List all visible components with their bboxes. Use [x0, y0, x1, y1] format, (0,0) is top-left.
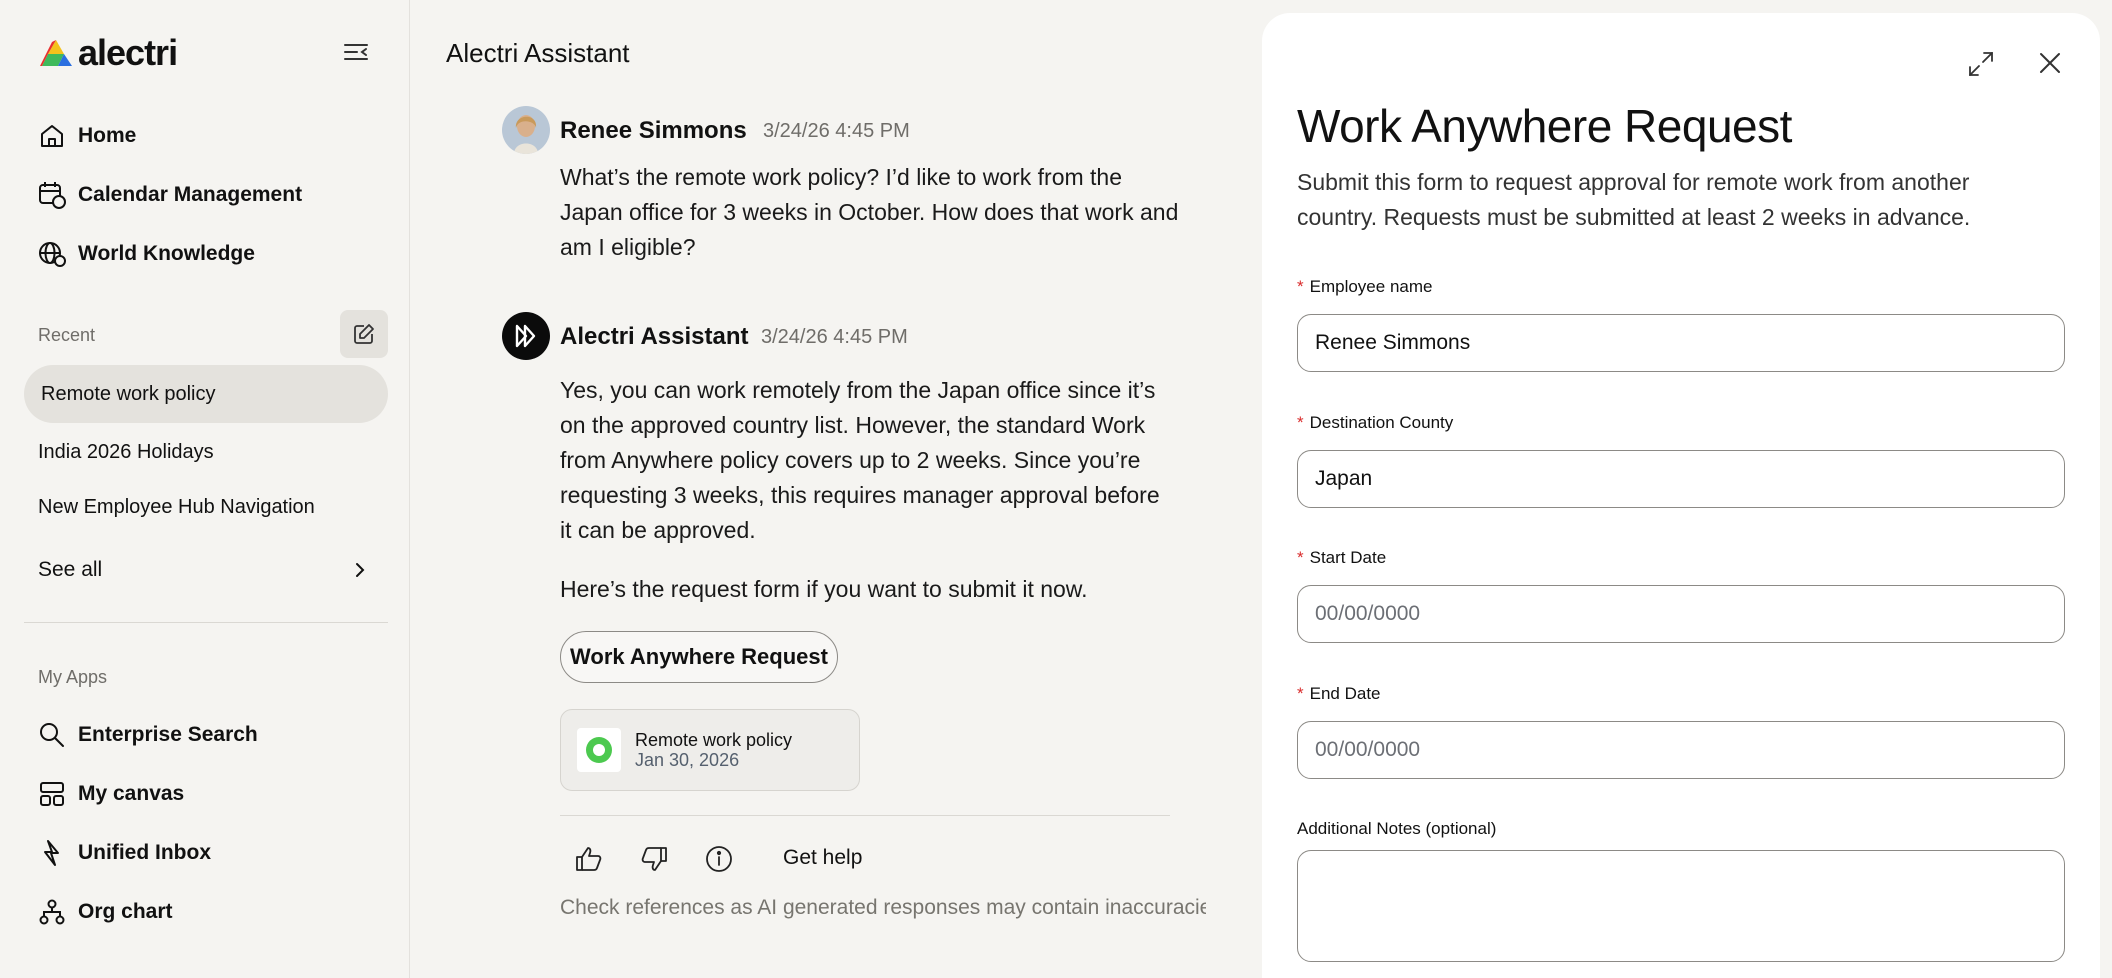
compose-icon — [354, 324, 374, 344]
info-button[interactable] — [703, 843, 735, 875]
nav-world-knowledge[interactable]: World Knowledge — [36, 234, 376, 274]
recent-item-new-employee-hub[interactable]: New Employee Hub Navigation — [24, 478, 388, 536]
document-source-icon — [577, 728, 621, 772]
collapse-menu-icon — [344, 44, 368, 60]
employee-name-label-text: Employee name — [1309, 277, 1433, 296]
user-avatar-photo-icon — [502, 106, 550, 154]
collapse-sidebar-button[interactable] — [342, 40, 374, 68]
assistant-message-text: Yes, you can work remotely from the Japa… — [560, 377, 1160, 543]
nav-home[interactable]: Home — [36, 116, 376, 156]
employee-name-label: * Employee name — [1297, 277, 1432, 297]
required-asterisk: * — [1297, 684, 1304, 703]
additional-notes-label: Additional Notes (optional) — [1297, 819, 1497, 838]
close-panel-button[interactable] — [2036, 49, 2068, 81]
calendar-chat-icon — [36, 179, 68, 211]
reference-card[interactable]: Remote work policy Jan 30, 2026 — [560, 709, 860, 791]
canvas-grid-icon — [36, 778, 68, 810]
app-label: Org chart — [78, 900, 173, 923]
start-date-label-text: Start Date — [1309, 548, 1387, 567]
thumbs-down-button[interactable] — [638, 843, 670, 875]
see-all-button[interactable]: See all — [38, 550, 368, 590]
end-date-field[interactable] — [1297, 721, 2065, 779]
recent-item-label: New Employee Hub Navigation — [38, 495, 315, 518]
start-date-field[interactable] — [1297, 585, 2065, 643]
user-message-text: What’s the remote work policy? I’d like … — [560, 164, 1179, 260]
recent-item-remote-work-policy[interactable]: Remote work policy — [24, 365, 388, 423]
nav-home-label: Home — [78, 124, 137, 147]
app-org-chart[interactable]: Org chart — [36, 892, 376, 932]
message-author: Renee Simmons — [560, 117, 747, 144]
start-date-label: * Start Date — [1297, 548, 1386, 568]
work-anywhere-request-button[interactable]: Work Anywhere Request — [560, 631, 838, 683]
my-apps-section-label: My Apps — [38, 667, 108, 687]
chat-divider — [560, 815, 1170, 816]
message-timestamp: 3/24/26 4:45 PM — [761, 326, 908, 348]
assistant-logo-icon — [515, 324, 536, 348]
chevron-right-icon — [356, 563, 365, 577]
app-unified-inbox[interactable]: Unified Inbox — [36, 833, 376, 873]
org-chart-icon — [36, 896, 68, 928]
thumbs-up-button[interactable] — [573, 843, 605, 875]
recent-section-label: Recent — [38, 325, 96, 345]
app-label: My canvas — [78, 782, 185, 805]
form-title: Work Anywhere Request — [1297, 100, 1792, 152]
close-icon — [2040, 53, 2060, 73]
chat-title: Alectri Assistant — [446, 38, 630, 68]
brand-logo[interactable]: alectri — [38, 32, 178, 74]
recent-item-india-holidays[interactable]: India 2026 Holidays — [24, 423, 388, 481]
recent-item-label: India 2026 Holidays — [38, 440, 214, 463]
request-form-panel: Work Anywhere Request Submit this form t… — [1262, 13, 2100, 978]
ai-disclaimer: Check references as AI generated respons… — [560, 896, 1206, 919]
expand-panel-button[interactable] — [1966, 49, 1998, 81]
logo-mark-icon — [40, 40, 72, 66]
form-description: Submit this form to request approval for… — [1297, 169, 1971, 230]
bolt-icon — [36, 837, 68, 869]
required-asterisk: * — [1297, 413, 1304, 432]
new-chat-button[interactable] — [340, 310, 388, 358]
app-enterprise-search[interactable]: Enterprise Search — [36, 715, 376, 755]
end-date-label: * End Date — [1297, 684, 1381, 704]
additional-notes-field[interactable] — [1297, 850, 2065, 962]
user-avatar — [502, 106, 550, 154]
required-asterisk: * — [1297, 548, 1304, 567]
thumbs-up-icon — [576, 847, 602, 871]
assistant-avatar — [502, 312, 550, 360]
end-date-label-text: End Date — [1309, 684, 1381, 703]
nav-world-label: World Knowledge — [78, 242, 255, 265]
nav-calendar-label: Calendar Management — [78, 183, 303, 206]
employee-name-field[interactable] — [1297, 314, 2065, 372]
reference-date: Jan 30, 2026 — [635, 750, 740, 770]
info-icon — [706, 846, 732, 872]
chat-area: Alectri Assistant Renee Simmons 3/24/26 … — [411, 0, 1261, 978]
globe-chat-icon — [36, 238, 68, 270]
home-icon — [36, 120, 68, 152]
reference-text: Remote work policy Jan 30, 2026 — [635, 730, 792, 770]
message-author: Alectri Assistant — [560, 323, 749, 350]
app-my-canvas[interactable]: My canvas — [36, 774, 376, 814]
brand-name: alectri — [78, 32, 178, 73]
get-help-link[interactable]: Get help — [783, 846, 862, 870]
nav-calendar-management[interactable]: Calendar Management — [36, 175, 376, 215]
app-label: Enterprise Search — [78, 723, 258, 746]
destination-country-field[interactable] — [1297, 450, 2065, 508]
thumbs-down-icon — [641, 847, 667, 871]
message-timestamp: 3/24/26 4:45 PM — [763, 120, 910, 142]
sidebar-divider — [24, 622, 388, 623]
see-all-label: See all — [38, 558, 103, 581]
required-asterisk: * — [1297, 277, 1304, 296]
destination-country-label: * Destination County — [1297, 413, 1453, 433]
expand-icon — [1969, 52, 1993, 76]
sidebar: alectri Home Calendar Management World K — [0, 0, 410, 978]
reference-title: Remote work policy — [635, 730, 793, 750]
assistant-message-text-2: Here’s the request form if you want to s… — [560, 576, 1088, 602]
app-window: alectri Home Calendar Management World K — [0, 0, 2112, 978]
recent-item-label: Remote work policy — [41, 382, 216, 405]
app-label: Unified Inbox — [78, 841, 211, 864]
destination-country-label-text: Destination County — [1309, 413, 1454, 432]
search-icon — [36, 719, 68, 751]
